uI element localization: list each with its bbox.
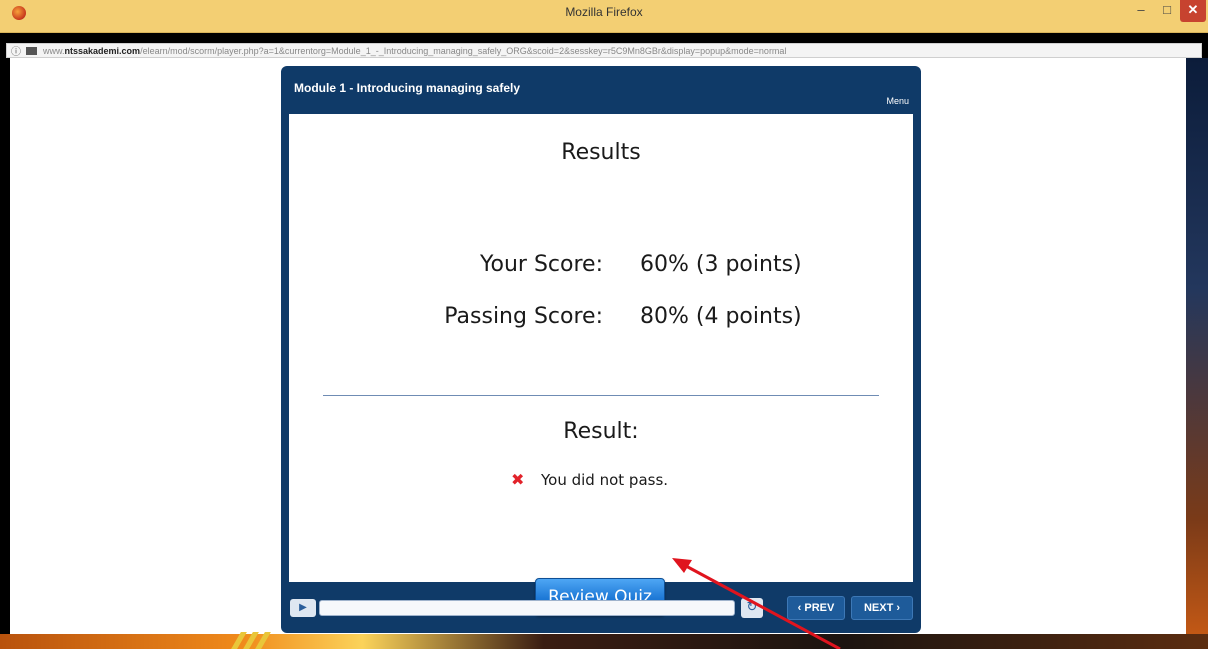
player-controls: ▶ ↻ ‹ PREV NEXT › <box>281 582 921 633</box>
prev-button[interactable]: ‹ PREV <box>787 596 845 620</box>
menu-button[interactable]: Menu <box>886 96 909 106</box>
player-header: Module 1 - Introducing managing safely M… <box>281 66 921 114</box>
play-icon[interactable]: ▶ <box>290 599 316 617</box>
address-bar[interactable]: ⓘ www.ntssakademi.com/elearn/mod/scorm/p… <box>6 43 1202 58</box>
window-titlebar: Mozilla Firefox – □ ✕ <box>0 0 1208 33</box>
page-icon <box>26 46 37 55</box>
passing-score-value: 80% (4 points) <box>640 304 802 329</box>
passing-score-label: Passing Score: <box>444 304 603 329</box>
scorm-player: Module 1 - Introducing managing safely M… <box>281 66 921 633</box>
info-icon[interactable]: ⓘ <box>11 43 23 58</box>
results-title: Results <box>561 140 641 165</box>
divider <box>323 395 879 396</box>
result-row: ✖ You did not pass. <box>511 470 668 489</box>
background-image-bottom <box>0 634 1208 649</box>
next-button[interactable]: NEXT › <box>851 596 913 620</box>
results-slide: Results Your Score: 60% (3 points) Passi… <box>289 114 913 616</box>
result-text: You did not pass. <box>541 470 669 489</box>
url-text[interactable]: www.ntssakademi.com/elearn/mod/scorm/pla… <box>43 46 786 56</box>
replay-icon[interactable]: ↻ <box>741 598 763 618</box>
fail-x-icon: ✖ <box>511 470 525 489</box>
your-score-value: 60% (3 points) <box>640 252 802 277</box>
background-image-right <box>1186 58 1208 634</box>
progress-seek-bar[interactable] <box>319 600 735 616</box>
module-title: Module 1 - Introducing managing safely <box>294 81 521 95</box>
window-title: Mozilla Firefox <box>565 5 643 19</box>
result-label: Result: <box>563 419 639 444</box>
your-score-label: Your Score: <box>480 252 603 277</box>
minimize-button[interactable]: – <box>1128 0 1154 22</box>
maximize-button[interactable]: □ <box>1154 0 1180 22</box>
close-button[interactable]: ✕ <box>1180 0 1206 22</box>
